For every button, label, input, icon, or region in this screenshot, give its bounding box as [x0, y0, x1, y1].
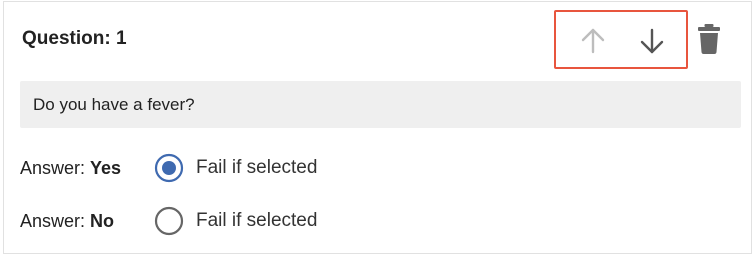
- answer-prefix: Answer:: [20, 211, 91, 231]
- radio-label-yes[interactable]: Fail if selected: [196, 157, 317, 179]
- question-text-field[interactable]: Do you have a fever?: [20, 81, 741, 128]
- move-down-button[interactable]: [637, 26, 667, 56]
- arrow-up-icon: [581, 28, 605, 54]
- answer-label: Answer: No: [20, 211, 114, 232]
- fail-if-selected-radio-yes[interactable]: [154, 153, 184, 183]
- answer-prefix: Answer:: [20, 158, 91, 178]
- radio-unselected-icon: [154, 206, 184, 236]
- reorder-controls-highlight: [554, 10, 688, 69]
- radio-label-no[interactable]: Fail if selected: [196, 210, 317, 232]
- question-card: Question: 1 Do you have a fever? Answer:…: [3, 1, 752, 254]
- answer-value: No: [90, 211, 115, 231]
- fail-if-selected-radio-no[interactable]: [154, 206, 184, 236]
- move-up-button[interactable]: [578, 26, 608, 56]
- answer-label: Answer: Yes: [20, 158, 121, 179]
- question-title: Question: 1: [22, 28, 127, 49]
- answer-value: Yes: [90, 158, 122, 178]
- question-text: Do you have a fever?: [33, 95, 195, 114]
- trash-icon: [698, 24, 720, 54]
- arrow-down-icon: [640, 28, 664, 54]
- delete-question-button[interactable]: [697, 23, 721, 55]
- radio-selected-icon: [154, 153, 184, 183]
